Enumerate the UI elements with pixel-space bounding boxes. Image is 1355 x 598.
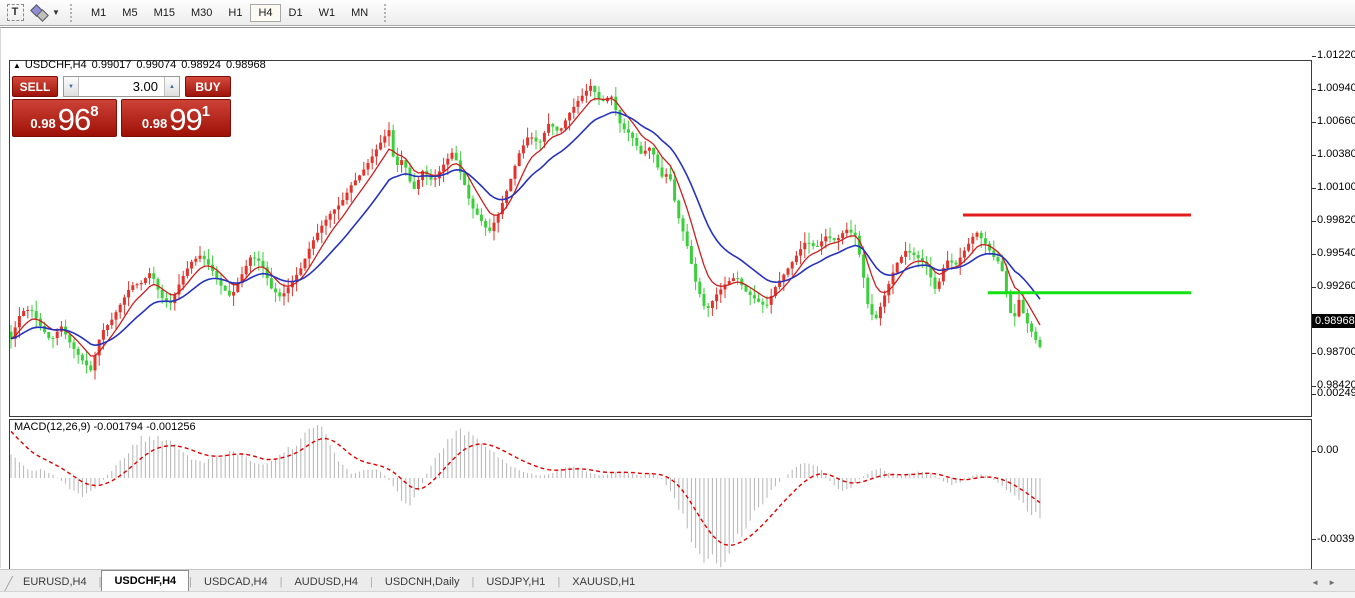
timeframe-button-m15[interactable]: M15 — [146, 4, 183, 22]
tabs: EURUSD,H4|USDCHF,H4|USDCAD,H4|AUDUSD,H4|… — [11, 570, 647, 592]
buy-button[interactable]: BUY — [185, 76, 231, 97]
volume-increase-button[interactable]: ▲ — [164, 77, 179, 96]
tab-usdcad-h4[interactable]: USDCAD,H4 — [192, 572, 280, 592]
buy-pipette: 1 — [202, 103, 210, 120]
text-tool-button[interactable]: T — [4, 3, 26, 23]
low-value: 0.98924 — [181, 59, 221, 71]
price-axis-tick — [1312, 287, 1316, 288]
price-axis-label: 1.00660 — [1317, 115, 1355, 127]
price-axis-tick — [1312, 155, 1316, 156]
price-axis-tick — [1312, 188, 1316, 189]
tab-scroll-left-icon[interactable]: ◄ — [1311, 578, 1328, 587]
objects-icon — [30, 5, 50, 21]
tab-xauusd-h1[interactable]: XAUUSD,H1 — [560, 572, 647, 592]
sell-big-figure: 0.98 — [30, 116, 55, 131]
price-axis-tick — [1312, 353, 1316, 354]
chart-tab-bar: EURUSD,H4|USDCHF,H4|USDCAD,H4|AUDUSD,H4|… — [0, 569, 1355, 592]
sell-pips: 96 — [58, 103, 90, 136]
high-value: 0.99074 — [136, 59, 176, 71]
buy-price-box[interactable]: 0.98 99 1 — [121, 99, 231, 137]
volume-decrease-button[interactable]: ▼ — [64, 77, 79, 96]
volume-input[interactable] — [79, 77, 164, 96]
price-axis-label: 0.99820 — [1317, 214, 1355, 226]
one-click-trading-panel: SELL ▼ ▲ BUY 0.98 96 8 0.98 99 1 — [12, 76, 231, 137]
price-axis-label: 1.00940 — [1317, 82, 1355, 94]
macd-axis-label: 0.002492 — [1317, 387, 1355, 399]
macd-axis-label: -0.003913 — [1317, 533, 1355, 545]
buy-big-figure: 0.98 — [142, 116, 167, 131]
price-axis-tick — [1312, 254, 1316, 255]
chart-ohlc-header: ▲ USDCHF,H4 0.99017 0.99074 0.98924 0.98968 — [13, 59, 271, 71]
sell-button[interactable]: SELL — [12, 76, 58, 97]
toolbar: T ▼ M1M5M15M30H1H4D1W1MN — [0, 0, 1355, 26]
open-value: 0.99017 — [92, 59, 132, 71]
tab-audusd-h4[interactable]: AUDUSD,H4 — [282, 572, 370, 592]
macd-axis-label: 0.00 — [1317, 444, 1338, 456]
timeframe-toolbar: M1M5M15M30H1H4D1W1MN — [83, 4, 376, 22]
tab-usdjpy-h1[interactable]: USDJPY,H1 — [474, 572, 557, 592]
status-strip — [0, 591, 1355, 598]
timeframe-button-h4[interactable]: H4 — [250, 4, 280, 22]
toolbar-grip[interactable] — [70, 4, 75, 22]
sell-price-box[interactable]: 0.98 96 8 — [12, 99, 117, 137]
symbol-label: USDCHF,H4 — [25, 59, 87, 71]
macd-axis-tick — [1312, 394, 1316, 395]
timeframe-button-d1[interactable]: D1 — [281, 4, 311, 22]
buy-pips: 99 — [169, 103, 201, 136]
price-axis-label: 0.99540 — [1317, 247, 1355, 259]
volume-stepper: ▼ ▲ — [63, 76, 180, 97]
price-axis-tick — [1312, 122, 1316, 123]
timeframe-button-m30[interactable]: M30 — [183, 4, 220, 22]
timeframe-button-m5[interactable]: M5 — [114, 4, 145, 22]
objects-tool-button[interactable]: ▼ — [28, 3, 62, 23]
price-axis-label: 1.01220 — [1317, 49, 1355, 61]
price-axis-tick — [1312, 89, 1316, 90]
chart-window: ▲USDCHF,H40.990170.990740.989240.98968 S… — [0, 27, 1355, 568]
sell-pipette: 8 — [90, 103, 98, 120]
tab-usdchf-h4[interactable]: USDCHF,H4 — [101, 570, 189, 592]
macd-axis-tick — [1312, 451, 1316, 452]
price-axis-tick — [1312, 386, 1316, 387]
price-axis-tick — [1312, 56, 1316, 57]
up-triangle-icon: ▲ — [13, 61, 21, 70]
timeframe-button-w1[interactable]: W1 — [311, 4, 344, 22]
tab-scroll-right-icon[interactable]: ► — [1328, 578, 1345, 587]
chevron-down-icon: ▼ — [52, 8, 60, 17]
current-price-tag: 0.98968 — [1312, 314, 1355, 328]
timeframe-button-h1[interactable]: H1 — [220, 4, 250, 22]
price-axis-label: 1.00100 — [1317, 181, 1355, 193]
text-tool-icon: T — [7, 4, 24, 21]
macd-chart[interactable] — [9, 419, 1312, 575]
tab-eurusd-h4[interactable]: EURUSD,H4 — [11, 572, 99, 592]
timeframe-button-mn[interactable]: MN — [343, 4, 376, 22]
terminal-window: T ▼ M1M5M15M30H1H4D1W1MN ▲ USDCHF,H4 0.990… — [0, 0, 1355, 598]
macd-indicator-label: MACD(12,26,9) -0.001794 -0.001256 — [14, 421, 196, 433]
price-axis-label: 1.00380 — [1317, 148, 1355, 160]
close-value: 0.98968 — [226, 59, 266, 71]
price-axis-tick — [1312, 221, 1316, 222]
tab-usdcnh-daily[interactable]: USDCNH,Daily — [373, 572, 472, 592]
toolbar-grip[interactable] — [384, 4, 389, 22]
macd-axis-tick — [1312, 539, 1316, 540]
timeframe-button-m1[interactable]: M1 — [83, 4, 114, 22]
tab-scroll-arrows: ◄► — [1311, 578, 1345, 587]
macd-signal-line — [11, 431, 1040, 545]
price-axis-label: 0.99260 — [1317, 280, 1355, 292]
price-axis-label: 0.98700 — [1317, 346, 1355, 358]
